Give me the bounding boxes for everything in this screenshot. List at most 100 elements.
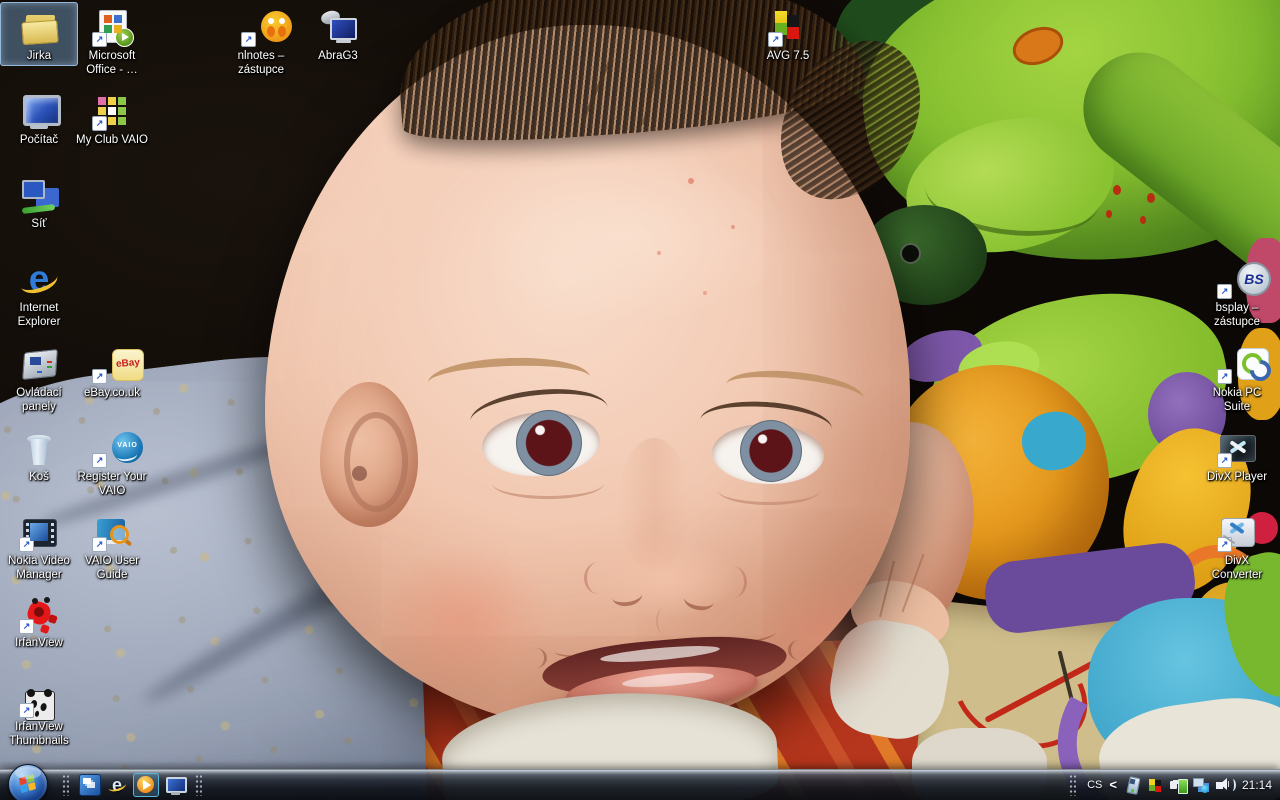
abrag3-icon — [317, 6, 359, 48]
icon-label: Internet Explorer — [17, 302, 61, 328]
ear-canal — [352, 466, 367, 481]
nose-tip — [594, 538, 736, 618]
microsoft-office-icon: ↗ — [91, 6, 134, 48]
smile-dimple — [524, 648, 547, 668]
hidden-icons-chevron-icon[interactable]: < — [1109, 778, 1117, 792]
desktop-icon-ebay[interactable]: eBay ↗ eBay.co.uk — [73, 339, 151, 403]
desktop-icon-nlnotes[interactable]: ↗ nlnotes – zástupce — [222, 2, 300, 80]
taskbar-grip[interactable] — [195, 774, 202, 796]
wallpaper-photo — [0, 0, 1280, 800]
icon-label: DivX Player — [1206, 471, 1268, 483]
icon-label: IrfanView — [15, 637, 63, 649]
icon-label: VAIO User Guide — [84, 555, 140, 581]
media-center-quicklaunch-icon[interactable] — [165, 775, 187, 795]
ear-fold — [344, 412, 408, 512]
icon-label: Počítač — [19, 134, 59, 146]
desktop-icon-nokia-video-manager[interactable]: ↗ Nokia Video Manager — [0, 507, 78, 585]
desktop-icon-my-club-vaio[interactable]: ↗ My Club VAIO — [73, 86, 151, 150]
desktop-icon-irfanview-thumbnails[interactable]: ↗ IrfanView Thumbnails — [0, 673, 78, 751]
register-vaio-icon: VAIO ↗ — [91, 427, 143, 469]
shortcut-arrow-icon: ↗ — [1217, 453, 1232, 468]
desktop-screen: Jirka Počítač Síť e Internet Explorer Ov… — [0, 0, 1280, 800]
desktop-icon-sit[interactable]: Síť — [0, 170, 78, 234]
desktop-icon-irfanview[interactable]: ↗ IrfanView — [0, 589, 78, 653]
network-icon — [18, 174, 60, 216]
divx-player-icon: ↗ — [1216, 427, 1258, 469]
shortcut-arrow-icon: ↗ — [92, 453, 107, 468]
computer-icon — [18, 90, 61, 132]
shortcut-arrow-icon: ↗ — [92, 369, 107, 384]
desktop-icon-nokia-pc-suite[interactable]: ↗ Nokia PC Suite — [1198, 339, 1276, 417]
video-manager-icon: ↗ — [18, 511, 60, 553]
desktop-icon-internet-explorer[interactable]: e Internet Explorer — [0, 254, 78, 332]
volume-tray-icon[interactable] — [1215, 776, 1236, 794]
language-indicator[interactable]: CS — [1087, 779, 1102, 791]
shortcut-arrow-icon: ↗ — [19, 537, 34, 552]
toy-eye — [900, 243, 921, 264]
desktop-icon-vaio-user-guide[interactable]: ↗ VAIO User Guide — [73, 507, 151, 585]
shortcut-arrow-icon: ↗ — [241, 32, 256, 47]
desktop-icon-register-your-vaio[interactable]: VAIO ↗ Register Your VAIO — [73, 423, 151, 501]
desktop-icon-microsoft-office[interactable]: ↗ Microsoft Office - … — [73, 2, 151, 80]
nokia-phone-tray-icon[interactable] — [1124, 776, 1140, 794]
left-cheek — [378, 542, 550, 694]
desktop-icon-kos[interactable]: Koš — [0, 423, 78, 487]
tray-grip[interactable] — [1069, 774, 1077, 796]
shortcut-arrow-icon: ↗ — [1217, 284, 1232, 299]
icon-label: Koš — [29, 471, 49, 483]
taskbar-clock[interactable]: 21:14 — [1242, 778, 1272, 792]
icon-label: eBay.co.uk — [83, 387, 141, 399]
system-tray: CS < 21:14 — [1065, 774, 1280, 796]
recycle-bin-icon — [18, 427, 60, 469]
switch-windows-icon[interactable] — [79, 774, 101, 796]
shortcut-arrow-icon: ↗ — [19, 703, 34, 718]
icon-label: Nokia Video Manager — [8, 555, 70, 581]
media-player-quicklaunch-icon[interactable] — [133, 773, 159, 797]
under-eye-crease — [492, 468, 604, 499]
desktop-icon-divx-player[interactable]: ↗ DivX Player — [1198, 423, 1276, 487]
shortcut-arrow-icon: ↗ — [92, 32, 107, 47]
smile-dimple — [788, 640, 811, 660]
shortcut-arrow-icon: ↗ — [1217, 537, 1232, 552]
shortcut-arrow-icon: ↗ — [92, 116, 107, 131]
shortcut-arrow-icon: ↗ — [19, 619, 34, 634]
shortcut-arrow-icon: ↗ — [92, 537, 107, 552]
nose-contour — [584, 562, 613, 594]
avg-antivirus-icon: ↗ — [767, 6, 809, 48]
irfanview-icon: ↗ — [18, 593, 60, 635]
magnifier-handle — [122, 537, 133, 547]
forehead-spots — [688, 178, 694, 184]
quicklaunch-grip[interactable] — [62, 774, 69, 796]
desktop-icon-divx-converter[interactable]: ↗ DivX Converter — [1198, 507, 1276, 585]
power-battery-tray-icon[interactable] — [1169, 776, 1188, 794]
start-button[interactable] — [8, 764, 48, 800]
desktop-icon-jirka[interactable]: Jirka — [0, 2, 78, 66]
icon-label: Síť — [31, 218, 47, 230]
desktop-icon-avg[interactable]: ↗ AVG 7.5 — [749, 2, 827, 66]
ebay-icon: eBay ↗ — [91, 343, 144, 385]
icon-label: nlnotes – zástupce — [237, 50, 285, 76]
internet-explorer-icon: e — [18, 258, 60, 300]
nokia-pc-suite-icon: ↗ — [1216, 343, 1269, 385]
icon-label: Jirka — [26, 50, 52, 62]
icon-label: Register Your VAIO — [77, 471, 147, 497]
desktop-icon-ovladaci-panely[interactable]: Ovládací panely — [0, 339, 78, 417]
icon-label: Microsoft Office - … — [86, 50, 138, 76]
monitor-stand — [336, 40, 351, 43]
desktop-icon-abrag3[interactable]: AbraG3 — [299, 2, 377, 66]
network-tray-icon[interactable] — [1192, 776, 1209, 794]
irfanview-thumbnails-icon: ↗ — [18, 677, 60, 721]
under-eye-crease — [718, 476, 820, 505]
bsplayer-icon: BS ↗ — [1216, 258, 1271, 300]
folder-icon — [18, 6, 60, 48]
taskbar-tasks-area — [206, 770, 1065, 800]
internet-explorer-quicklaunch-icon[interactable]: e — [107, 775, 127, 795]
taskbar: e CS < 21:14 — [0, 764, 1280, 800]
icon-label: bsplay – zástupce — [1213, 302, 1261, 328]
windows-flag-icon — [18, 774, 37, 794]
icon-label: AVG 7.5 — [766, 50, 810, 62]
icon-label: AbraG3 — [318, 50, 358, 62]
desktop-icon-bsplay[interactable]: BS ↗ bsplay – zástupce — [1198, 254, 1276, 332]
desktop-icon-pocitac[interactable]: Počítač — [0, 86, 78, 150]
avg-tray-icon[interactable] — [1147, 776, 1163, 794]
